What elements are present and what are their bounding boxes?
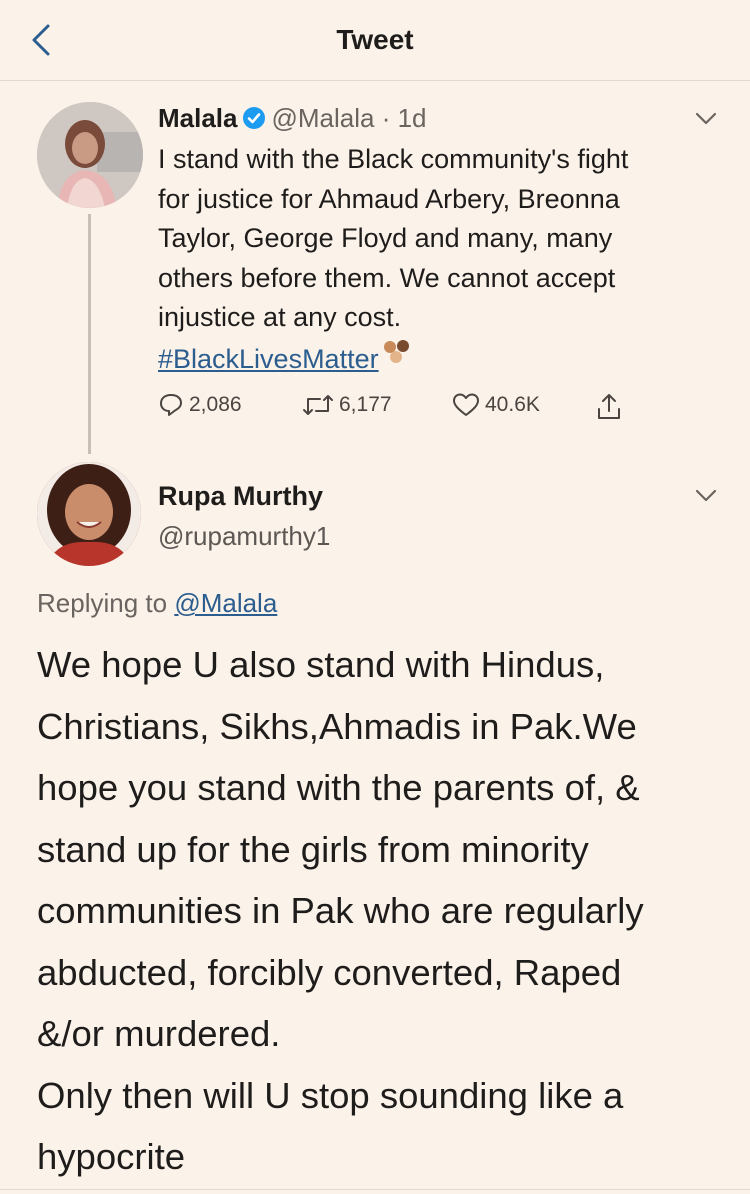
tweet2-line: stand up for the girls from minority bbox=[37, 828, 589, 870]
thread-connector-line bbox=[88, 214, 91, 454]
tweet1-line: Taylor, George Floyd and many, many bbox=[158, 223, 613, 253]
tweet1-line: injustice at any cost. bbox=[158, 302, 402, 332]
chevron-down-icon[interactable] bbox=[694, 488, 718, 504]
malala-avatar[interactable] bbox=[37, 102, 143, 208]
reply-button[interactable]: 2,086 bbox=[158, 392, 242, 418]
like-count: 40.6K bbox=[485, 393, 540, 416]
tweet1-line: for justice for Ahmaud Arbery, Breonna bbox=[158, 183, 620, 214]
replying-prefix: Replying to bbox=[37, 588, 168, 618]
retweet-button[interactable]: 6,177 bbox=[302, 392, 392, 418]
tweet2-handle[interactable]: @rupamurthy1 bbox=[158, 521, 330, 552]
tweet2-line: communities in Pak who are regularly bbox=[37, 890, 644, 931]
tweet2-line: hypocrite bbox=[37, 1136, 186, 1177]
hashtag-link[interactable]: #BlackLivesMatter bbox=[158, 344, 379, 374]
reply-icon bbox=[160, 394, 182, 416]
tweet2-line: &/or murdered. bbox=[37, 1013, 281, 1054]
tweet1-hashtag-line: #BlackLivesMatter bbox=[158, 338, 728, 380]
tweet2-author-name[interactable]: Rupa Murthy bbox=[158, 481, 323, 512]
like-icon bbox=[453, 393, 479, 416]
tweet1-line: I stand with the Black community's fight bbox=[158, 144, 629, 174]
share-icon[interactable] bbox=[594, 392, 624, 422]
tweet2-line: We hope U also stand with Hindus, bbox=[37, 644, 605, 685]
divider bbox=[0, 1189, 750, 1190]
chevron-down-icon[interactable] bbox=[694, 111, 718, 127]
retweet-icon bbox=[303, 395, 333, 415]
reply-count: 2,086 bbox=[189, 393, 242, 416]
tweet2-line: Only then will U stop sounding like a bbox=[37, 1074, 624, 1116]
verified-icon bbox=[242, 106, 266, 137]
like-button[interactable]: 40.6K bbox=[452, 392, 540, 418]
tweet1-header: Malala @Malala · 1d bbox=[158, 103, 427, 137]
tweet1-author-name[interactable]: Malala bbox=[158, 103, 238, 133]
tweet2-text: We hope U also stand with Hindus, Christ… bbox=[37, 634, 737, 1188]
raised-fists-emoji-icon bbox=[381, 338, 413, 378]
page-title: Tweet bbox=[336, 24, 414, 55]
rupa-murthy-avatar[interactable] bbox=[37, 462, 141, 566]
tweet2-line: hope you stand with the parents of, & bbox=[37, 767, 640, 808]
replying-to-line: Replying to @Malala bbox=[37, 588, 277, 619]
tweet1-line: others before them. We cannot accept bbox=[158, 262, 616, 293]
tweet1-text: I stand with the Black community's fight… bbox=[158, 140, 728, 379]
top-bar: Tweet bbox=[0, 0, 750, 81]
tweet2-line: Christians, Sikhs,Ahmadis in Pak.We bbox=[37, 705, 637, 747]
retweet-count: 6,177 bbox=[339, 393, 392, 416]
replying-to-link[interactable]: @Malala bbox=[174, 588, 277, 618]
tweet2-line: abducted, forcibly converted, Raped bbox=[37, 951, 622, 993]
tweet1-handle-time: @Malala · 1d bbox=[271, 103, 427, 133]
